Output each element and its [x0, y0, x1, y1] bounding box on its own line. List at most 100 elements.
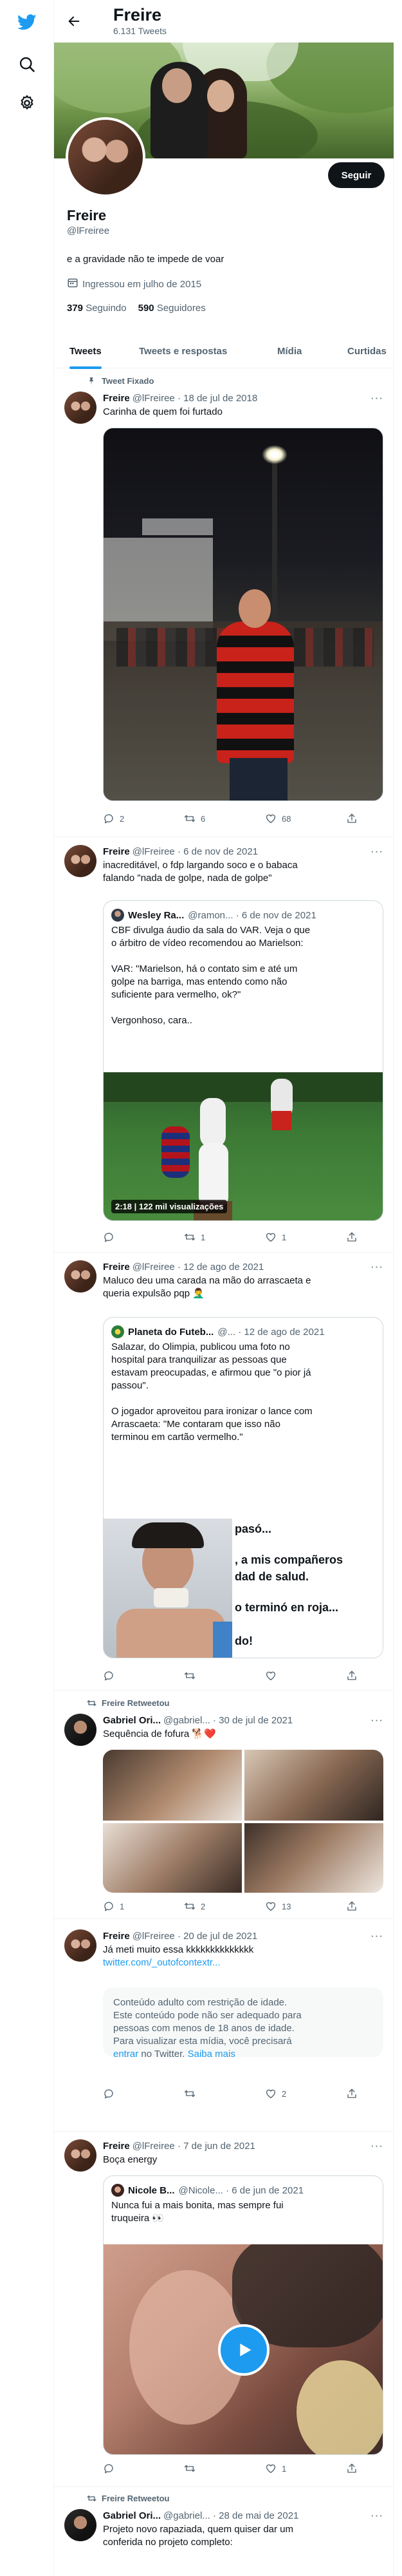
tweet-author-name[interactable]: Freire [103, 2141, 130, 2152]
avatar[interactable] [111, 1325, 124, 1338]
login-link[interactable]: entrar [113, 2049, 138, 2060]
tweet-author-name[interactable]: Freire [103, 846, 130, 857]
retweet-button[interactable] [184, 1670, 201, 1681]
tab-likes[interactable]: Curtidas [347, 334, 387, 368]
share-button[interactable] [346, 1900, 358, 1912]
quoted-video[interactable]: 2:18 | 122 mil visualizações [104, 1072, 383, 1220]
tweet-header: Freire @lFreiree · 12 de ago de 2021 ··· [103, 1260, 383, 1273]
tweet[interactable]: Freire Retweetou Gabriel Ori... @gabriel.… [54, 1690, 394, 1919]
follow-button[interactable]: Seguir [328, 162, 385, 188]
tweet[interactable]: Freire @lFreiree · 6 de nov de 2021 ··· i… [54, 837, 394, 1253]
tweet[interactable]: Freire Retweetou Gabriel Ori... @gabriel.… [54, 2487, 394, 2576]
retweet-button[interactable]: 2 [184, 1900, 205, 1912]
like-button[interactable] [265, 1670, 282, 1681]
share-button[interactable] [346, 2463, 358, 2474]
avatar[interactable] [64, 1929, 96, 1962]
tweet-photo[interactable] [103, 428, 383, 801]
header-tweet-count: 6.131 Tweets [113, 26, 167, 36]
avatar[interactable] [111, 909, 124, 922]
tweet-context: Tweet Fixado [86, 376, 154, 386]
profile-avatar[interactable] [66, 117, 145, 197]
more-options-icon[interactable]: ··· [370, 2509, 383, 2522]
gear-icon[interactable] [14, 90, 40, 116]
quoted-author-name: Nicole B... [128, 2184, 175, 2196]
avatar[interactable] [64, 1714, 96, 1746]
quoted-tweet[interactable]: Planeta do Futeb... @... · 12 de ago de … [103, 1317, 383, 1658]
tweet-author-meta: @lFreiree · 18 de jul de 2018 [132, 392, 258, 404]
avatar[interactable] [64, 392, 96, 424]
quoted-tweet[interactable]: Nicole B... @Nicole... · 6 de jun de 202… [103, 2175, 383, 2455]
tweet-text: Carinha de quem foi furtado [103, 406, 223, 417]
tweet-author-meta: @lFreiree · 7 de jun de 2021 [132, 2140, 255, 2152]
grid-photo[interactable] [244, 1750, 383, 1821]
tweet-author-name[interactable]: Gabriel Ori... [103, 1715, 161, 1726]
tab-label: Curtidas [347, 345, 387, 357]
tab-tweets[interactable]: Tweets [69, 334, 102, 369]
avatar[interactable] [64, 2509, 96, 2541]
more-options-icon[interactable]: ··· [370, 392, 383, 404]
more-options-icon[interactable]: ··· [370, 845, 383, 858]
arrow-left-icon[interactable] [64, 12, 84, 31]
reply-button[interactable] [103, 2088, 120, 2099]
followers-link[interactable]: 590 Seguidores [138, 303, 206, 314]
retweet-count: 6 [201, 813, 206, 824]
more-options-icon[interactable]: ··· [370, 1714, 383, 1727]
share-button[interactable] [346, 813, 358, 824]
avatar[interactable] [64, 1260, 96, 1293]
retweet-button[interactable] [184, 2463, 201, 2474]
quoted-video[interactable] [104, 2244, 383, 2454]
tweet[interactable]: Freire @lFreiree · 7 de jun de 2021 ··· B… [54, 2132, 394, 2487]
tweet-header: Freire @lFreiree · 7 de jun de 2021 ··· [103, 2139, 383, 2152]
reply-button[interactable] [103, 1670, 120, 1681]
reply-count: 1 [120, 1901, 125, 1911]
avatar[interactable] [64, 2139, 96, 2172]
grid-photo[interactable] [244, 1823, 383, 1893]
play-icon[interactable] [218, 2324, 270, 2376]
header-name: Freire [113, 5, 162, 24]
tweet-actions: 2 [103, 2088, 383, 2101]
tweet-author-name[interactable]: Freire [103, 1262, 130, 1273]
avatar[interactable] [111, 2184, 124, 2197]
more-options-icon[interactable]: ··· [370, 2139, 383, 2152]
tweet-link[interactable]: twitter.com/_outofcontextr... [103, 1956, 383, 1969]
quoted-tweet[interactable]: Wesley Ra... @ramon... · 6 de nov de 202… [103, 900, 383, 1221]
retweet-button[interactable] [184, 2088, 201, 2099]
retweet-button[interactable]: 1 [184, 1231, 205, 1243]
share-button[interactable] [346, 1231, 358, 1243]
grid-photo[interactable] [103, 1823, 242, 1893]
following-link[interactable]: 379 Seguindo [67, 303, 127, 314]
reply-button[interactable]: 2 [103, 813, 124, 824]
more-options-icon[interactable]: ··· [370, 1260, 383, 1273]
like-button[interactable]: 2 [265, 2088, 286, 2099]
like-button[interactable]: 13 [265, 1900, 291, 1912]
share-button[interactable] [346, 1670, 358, 1681]
quoted-tweet-header: Wesley Ra... @ramon... · 6 de nov de 202… [111, 909, 375, 922]
share-button[interactable] [346, 2088, 358, 2099]
tweet-author-name[interactable]: Freire [103, 393, 130, 404]
like-button[interactable]: 1 [265, 2463, 286, 2474]
like-button[interactable]: 1 [265, 1231, 286, 1243]
tweet-author-name[interactable]: Gabriel Ori... [103, 2510, 161, 2521]
age-restricted-tail: no Twitter. [138, 2049, 188, 2060]
tab-tweets-replies[interactable]: Tweets e respostas [139, 334, 227, 368]
like-button[interactable]: 68 [265, 813, 291, 824]
avatar[interactable] [64, 845, 96, 877]
tweet[interactable]: Freire @lFreiree · 20 de jul de 2021 ··· … [54, 1919, 394, 2132]
tweet-author-name[interactable]: Freire [103, 1931, 130, 1942]
tweet[interactable]: Freire @lFreiree · 12 de ago de 2021 ··· … [54, 1253, 394, 1690]
tweet[interactable]: Tweet Fixado Freire @lFreiree · 18 de jul… [54, 368, 394, 837]
reply-button[interactable] [103, 2463, 120, 2474]
more-options-icon[interactable]: ··· [370, 1929, 383, 1942]
search-icon[interactable] [14, 52, 40, 77]
tab-media[interactable]: Mídia [277, 334, 302, 368]
learn-more-link[interactable]: Saiba mais [188, 2049, 235, 2060]
reply-button[interactable] [103, 1231, 120, 1243]
retweet-button[interactable]: 6 [184, 813, 205, 824]
quoted-photo[interactable]: pasó... , a mis compañeros dad de salud.… [104, 1519, 383, 1658]
reply-button[interactable]: 1 [103, 1900, 124, 1912]
grid-photo[interactable] [103, 1750, 242, 1821]
profile-joined-text: Ingressou em julho de 2015 [82, 278, 202, 290]
tweet-actions: 1 2 13 [103, 1900, 383, 1913]
tweet-context-text: Tweet Fixado [102, 376, 154, 386]
twitter-bird-icon[interactable] [14, 9, 40, 35]
